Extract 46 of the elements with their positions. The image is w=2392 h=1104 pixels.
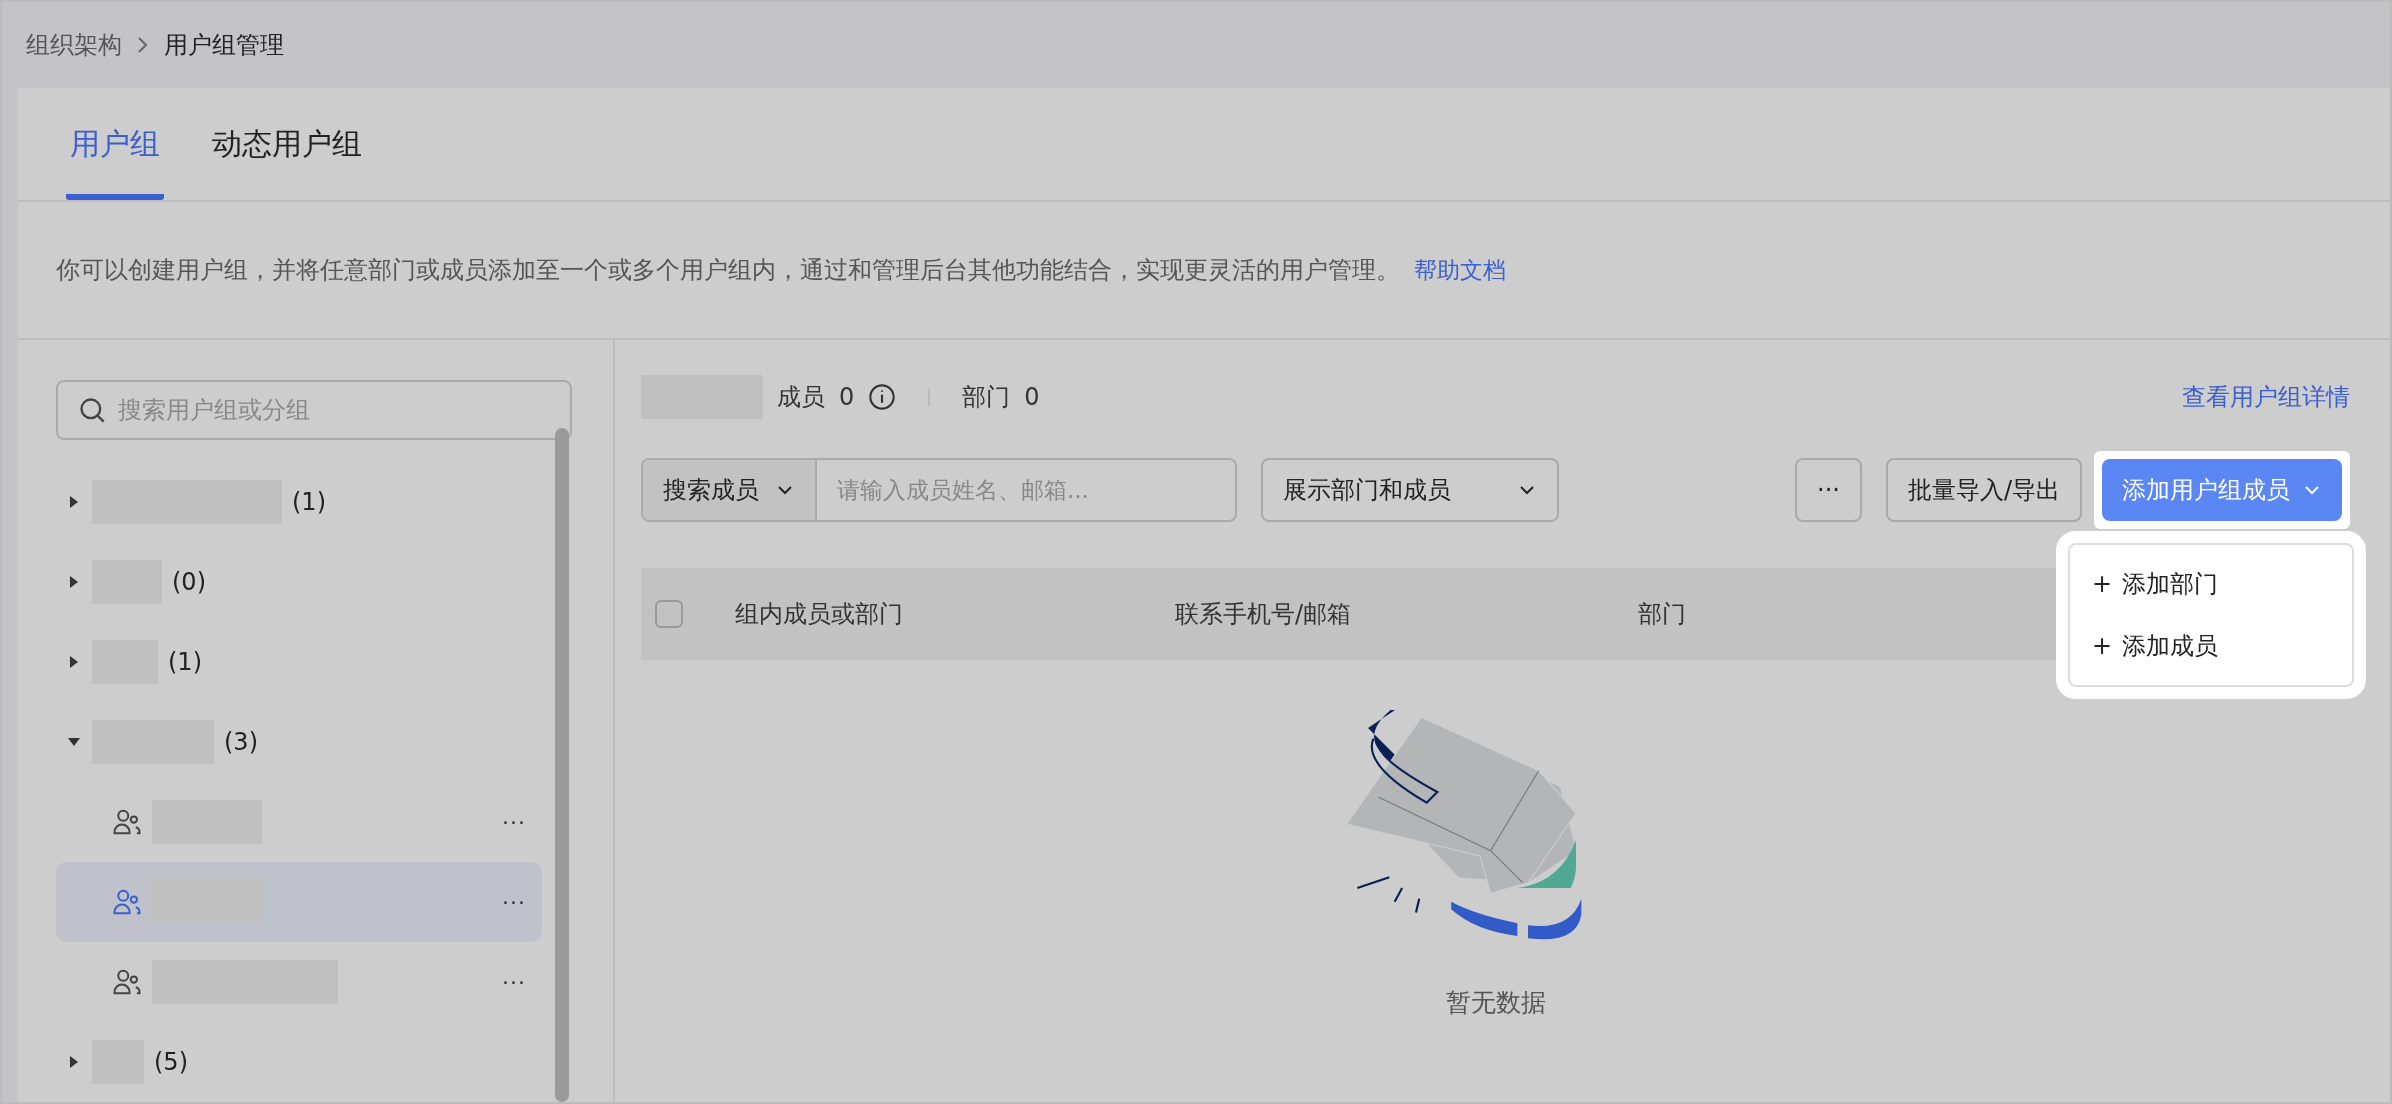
item-count: (1) [292,488,326,516]
column-header: 组内成员或部门 [735,599,904,630]
member-search-field[interactable]: 搜索成员 请输入成员姓名、邮箱... [641,458,1237,522]
menu-item[interactable]: + 添加成员 [2070,615,2352,677]
breadcrumb-item[interactable]: 组织架构 [26,29,122,61]
item-count: (3) [224,728,258,756]
tree-item[interactable]: (5) [56,1022,542,1102]
tree-item[interactable]: ··· [56,782,542,862]
tree-item[interactable]: ··· [56,942,542,1022]
empty-text: 暂无数据 [1445,987,1546,1019]
departments-count: 0 [1024,383,1040,411]
item-count: (0) [172,568,206,596]
user-group-icon [112,807,142,837]
search-icon [78,396,106,424]
menu-item[interactable]: + 添加部门 [2070,553,2352,615]
description-text: 你可以创建用户组，并将任意部门或成员添加至一个或多个用户组内，通过和管理后台其他功能结合，实现更灵活的用户管理。 [56,255,1400,286]
more-icon[interactable]: ··· [502,809,526,835]
column-header: 部门 [1638,599,1687,630]
help-link[interactable]: 帮助文档 [1414,254,1506,286]
details-link[interactable]: 查看用户组详情 [2182,381,2350,413]
info-icon[interactable] [868,383,897,411]
tree-item[interactable]: (0) [56,542,542,622]
scrollbar[interactable] [555,428,569,1102]
search-type-select[interactable]: 搜索成员 [643,460,817,520]
departments-label: 部门 [962,382,1011,413]
more-button[interactable]: ··· [1795,458,1862,522]
item-count: (1) [168,648,202,676]
item-count: (5) [154,1048,188,1076]
chevron-right-icon [136,35,150,55]
user-group-icon [112,967,142,997]
members-count: 0 [839,383,855,411]
tree-item[interactable]: (1) [56,622,542,702]
members-label: 成员 [777,382,825,413]
user-group-icon [112,887,142,917]
breadcrumb-item: 用户组管理 [164,30,284,61]
tree-item[interactable]: (1) [56,462,542,542]
more-icon[interactable]: ··· [502,889,526,915]
checkbox[interactable] [655,600,683,628]
column-header: 联系手机号/邮箱 [1175,599,1353,630]
tab[interactable]: 动态用户组 [208,88,366,200]
tree-item[interactable]: ··· [56,862,542,942]
display-select[interactable]: 展示部门和成员 [1261,458,1559,522]
batch-import-export-button[interactable]: 批量导入/导出 [1885,458,2082,522]
tree-item[interactable]: (3) [56,702,542,782]
tab[interactable]: 用户组 [66,88,164,200]
more-icon[interactable]: ··· [502,969,526,995]
